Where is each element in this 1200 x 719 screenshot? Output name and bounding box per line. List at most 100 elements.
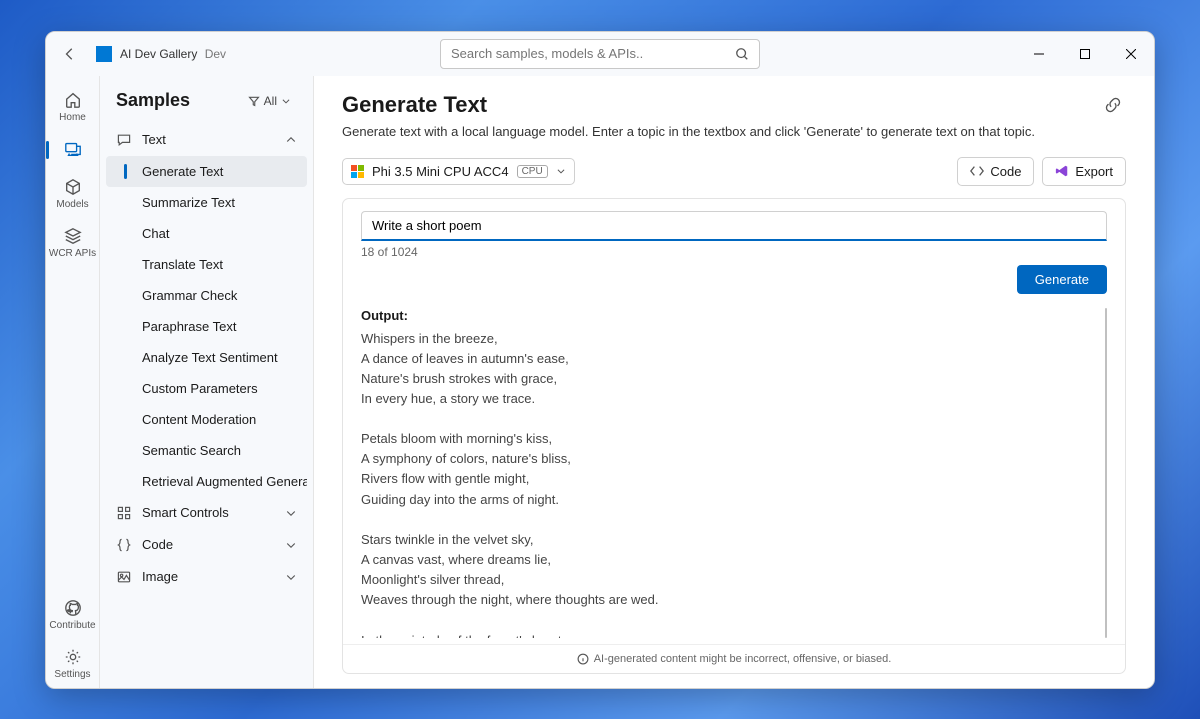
microsoft-logo-icon — [351, 165, 364, 178]
nav-item-chat[interactable]: Chat — [106, 218, 307, 249]
home-icon — [63, 90, 83, 110]
nav-item-semantic-search[interactable]: Semantic Search — [106, 435, 307, 466]
sidebar-header: Samples All — [100, 76, 313, 120]
rail-item-home[interactable]: Home — [46, 82, 100, 131]
maximize-button[interactable] — [1062, 32, 1108, 76]
sidebar: Samples All Text Generate Text Summarize… — [100, 76, 314, 688]
main-content: Generate Text Generate text with a local… — [314, 76, 1154, 688]
chat-icon — [116, 132, 132, 148]
gear-icon — [63, 647, 83, 667]
rail-item-settings[interactable]: Settings — [46, 639, 100, 688]
sidebar-nav[interactable]: Text Generate Text Summarize Text Chat T… — [100, 120, 313, 688]
prompt-input[interactable] — [361, 211, 1107, 241]
search-icon — [735, 47, 749, 61]
export-label: Export — [1075, 164, 1113, 179]
app-tag: Dev — [205, 47, 226, 61]
filter-label: All — [264, 94, 277, 108]
layers-icon — [63, 226, 83, 246]
export-button[interactable]: Export — [1042, 157, 1126, 186]
chevron-down-icon — [285, 539, 297, 551]
category-code[interactable]: Code — [106, 529, 307, 561]
generate-button[interactable]: Generate — [1017, 265, 1107, 294]
rail-label: Contribute — [49, 620, 95, 631]
nav-item-summarize-text[interactable]: Summarize Text — [106, 187, 307, 218]
app-title: AI Dev Gallery Dev — [120, 47, 226, 61]
nav-item-paraphrase-text[interactable]: Paraphrase Text — [106, 311, 307, 342]
output-area[interactable]: Output: Whispers in the breeze, A dance … — [361, 308, 1107, 638]
output-text: Whispers in the breeze, A dance of leave… — [361, 329, 1107, 638]
nav-item-generate-text[interactable]: Generate Text — [106, 156, 307, 187]
nav-item-analyze-sentiment[interactable]: Analyze Text Sentiment — [106, 342, 307, 373]
code-button[interactable]: Code — [957, 157, 1034, 186]
chevron-down-icon — [556, 166, 566, 176]
nav-item-rag[interactable]: Retrieval Augmented Genera — [106, 466, 307, 497]
rail-item-wcr[interactable]: WCR APIs — [46, 218, 100, 267]
category-label: Code — [142, 537, 173, 552]
nav-item-label: Chat — [142, 226, 169, 241]
close-button[interactable] — [1108, 32, 1154, 76]
scrollbar[interactable] — [1105, 308, 1107, 638]
models-icon — [63, 177, 83, 197]
app-title-text: AI Dev Gallery — [120, 47, 197, 61]
nav-item-label: Analyze Text Sentiment — [142, 350, 278, 365]
braces-icon — [116, 537, 132, 553]
back-button[interactable] — [52, 36, 88, 72]
nav-item-label: Generate Text — [142, 164, 223, 179]
minimize-button[interactable] — [1016, 32, 1062, 76]
sample-panel: 18 of 1024 Generate Output: Whispers in … — [342, 198, 1126, 674]
category-label: Smart Controls — [142, 505, 229, 520]
chevron-up-icon — [285, 134, 297, 146]
chevron-down-icon — [285, 571, 297, 583]
rail-label: Home — [59, 112, 86, 123]
link-button[interactable] — [1100, 92, 1126, 118]
model-selector[interactable]: Phi 3.5 Mini CPU ACC4 CPU — [342, 158, 575, 185]
rail-label: Models — [56, 199, 88, 210]
nav-item-label: Retrieval Augmented Genera — [142, 474, 307, 489]
rail-item-contribute[interactable]: Contribute — [46, 590, 100, 639]
app-window: AI Dev Gallery Dev Home Model — [45, 31, 1155, 689]
model-name: Phi 3.5 Mini CPU ACC4 — [372, 164, 509, 179]
category-text[interactable]: Text — [106, 124, 307, 156]
link-icon — [1104, 96, 1122, 114]
nav-rail: Home Models WCR APIs Contribute Setti — [46, 76, 100, 688]
info-icon — [577, 653, 589, 665]
nav-item-label: Paraphrase Text — [142, 319, 236, 334]
window-controls — [1016, 32, 1154, 76]
category-smart-controls[interactable]: Smart Controls — [106, 497, 307, 529]
category-image[interactable]: Image — [106, 561, 307, 593]
rail-item-samples[interactable] — [46, 131, 100, 169]
code-label: Code — [990, 164, 1021, 179]
sidebar-title: Samples — [116, 90, 190, 111]
rail-item-models[interactable]: Models — [46, 169, 100, 218]
app-icon — [96, 46, 112, 62]
code-icon — [970, 164, 984, 178]
nav-item-content-moderation[interactable]: Content Moderation — [106, 404, 307, 435]
nav-item-label: Custom Parameters — [142, 381, 258, 396]
rail-label: WCR APIs — [49, 248, 96, 259]
page-description: Generate text with a local language mode… — [342, 124, 1126, 139]
category-label: Image — [142, 569, 178, 584]
chevron-down-icon — [281, 96, 291, 106]
nav-item-translate-text[interactable]: Translate Text — [106, 249, 307, 280]
filter-button[interactable]: All — [242, 90, 297, 112]
nav-item-custom-parameters[interactable]: Custom Parameters — [106, 373, 307, 404]
page-title: Generate Text — [342, 92, 487, 118]
cpu-badge: CPU — [517, 165, 548, 178]
disclaimer: AI-generated content might be incorrect,… — [343, 644, 1125, 673]
char-count: 18 of 1024 — [361, 245, 1107, 259]
search-input[interactable] — [451, 46, 735, 61]
main-header: Generate Text Generate text with a local… — [314, 76, 1154, 149]
titlebar: AI Dev Gallery Dev — [46, 32, 1154, 76]
arrow-left-icon — [63, 47, 77, 61]
search-bar[interactable] — [440, 39, 760, 69]
nav-item-label: Summarize Text — [142, 195, 235, 210]
nav-item-label: Grammar Check — [142, 288, 237, 303]
samples-icon — [63, 139, 83, 159]
github-icon — [63, 598, 83, 618]
output-label: Output: — [361, 308, 1107, 323]
nav-item-grammar-check[interactable]: Grammar Check — [106, 280, 307, 311]
rail-label: Settings — [54, 669, 90, 680]
category-label: Text — [142, 132, 166, 147]
disclaimer-text: AI-generated content might be incorrect,… — [594, 653, 892, 665]
toolbar: Phi 3.5 Mini CPU ACC4 CPU Code Export — [314, 149, 1154, 194]
